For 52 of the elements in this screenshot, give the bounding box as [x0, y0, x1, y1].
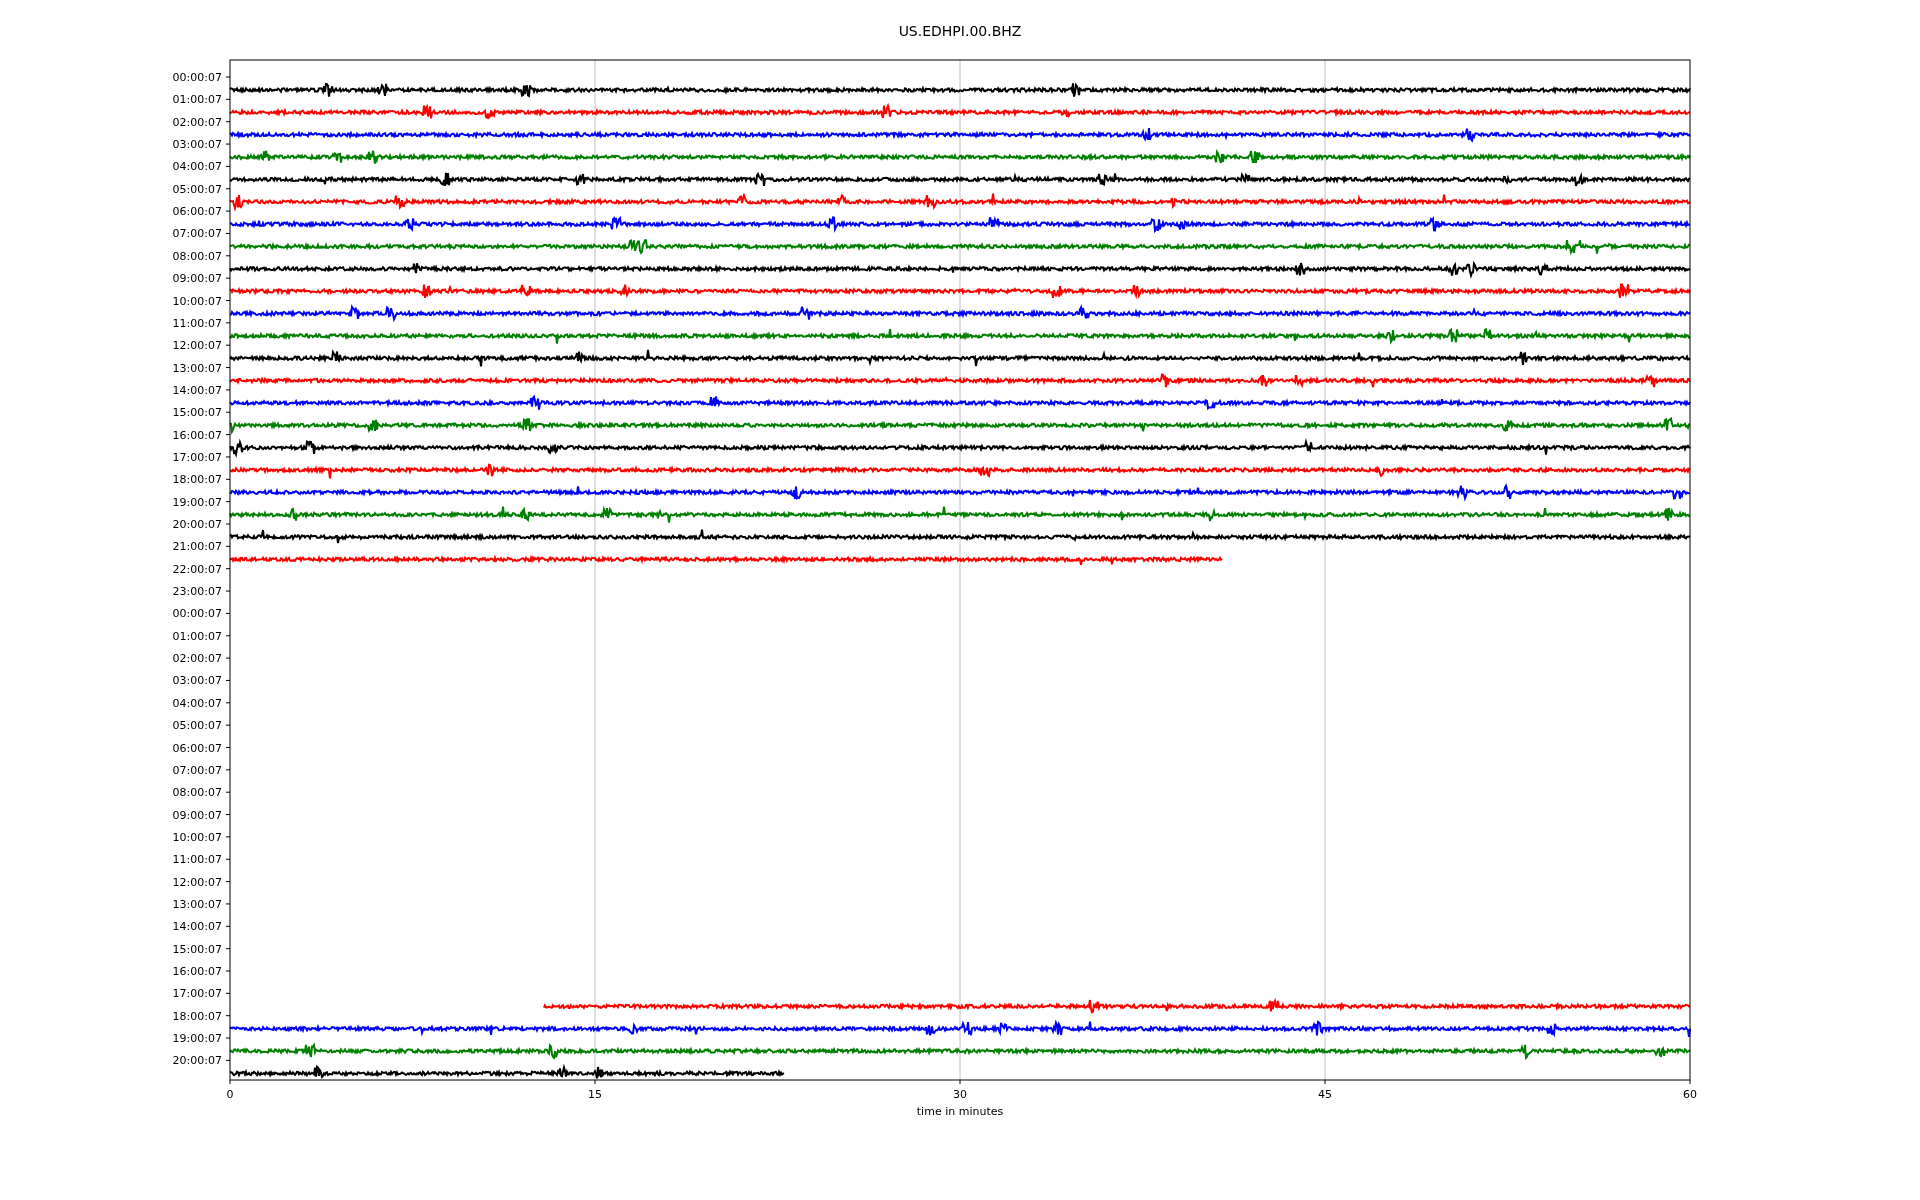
y-tick-label: 17:00:07 [172, 987, 222, 1001]
y-tick-label: 22:00:07 [172, 562, 222, 576]
x-tick-label: 0 [226, 1088, 234, 1101]
y-tick-label: 11:00:07 [172, 316, 222, 330]
x-tick-label: 60 [1683, 1088, 1697, 1101]
y-tick-label: 03:00:07 [172, 674, 222, 688]
y-tick-label: 01:00:07 [172, 93, 222, 107]
y-tick-label: 05:00:07 [172, 719, 222, 733]
y-tick-label: 10:00:07 [172, 294, 222, 308]
y-tick-label: 20:00:07 [172, 518, 222, 531]
y-tick-label: 08:00:07 [172, 249, 222, 263]
y-tick-label: 08:00:07 [172, 786, 222, 800]
y-tick-label: 23:00:07 [172, 585, 222, 599]
y-tick-label: 00:00:07 [172, 71, 222, 84]
y-tick-label: 03:00:07 [172, 138, 222, 152]
y-tick-label: 18:00:07 [172, 473, 222, 487]
y-tick-label: 01:00:07 [172, 629, 222, 643]
y-tick-label: 14:00:07 [172, 920, 222, 934]
y-tick-label: 16:00:07 [172, 965, 222, 978]
y-tick-label: 16:00:07 [172, 428, 222, 442]
y-tick-label: 07:00:07 [172, 763, 222, 777]
y-tick-label: 15:00:07 [172, 942, 222, 956]
y-tick-label: 15:00:07 [172, 406, 222, 420]
y-tick-label: 04:00:07 [172, 696, 222, 710]
y-tick-label: 14:00:07 [172, 383, 222, 397]
y-tick-label: 00:00:07 [172, 607, 222, 621]
y-tick-label: 07:00:07 [172, 227, 222, 241]
plot-title: US.EDHPI.00.BHZ [898, 24, 1022, 38]
y-tick-label: 10:00:07 [172, 830, 222, 844]
y-tick-label: 09:00:07 [172, 808, 222, 822]
y-tick-label: 09:00:07 [172, 272, 222, 286]
y-tick-label: 13:00:07 [172, 897, 222, 911]
y-tick-label: 19:00:07 [172, 495, 222, 509]
y-tick-label: 13:00:07 [172, 361, 222, 375]
y-tick-label: 18:00:07 [172, 1009, 222, 1023]
y-tick-label: 02:00:07 [172, 652, 222, 666]
y-tick-label: 05:00:07 [172, 182, 222, 196]
x-tick-label: 30 [953, 1088, 967, 1101]
y-tick-label: 17:00:07 [172, 450, 222, 464]
y-tick-label: 11:00:07 [172, 853, 222, 867]
x-tick-label: 15 [588, 1088, 602, 1101]
y-tick-label: 12:00:07 [172, 339, 222, 353]
y-tick-label: 12:00:07 [172, 875, 222, 889]
y-tick-label: 21:00:07 [172, 540, 222, 554]
y-tick-label: 02:00:07 [172, 115, 222, 129]
x-tick-label: 45 [1318, 1088, 1332, 1101]
y-tick-label: 20:00:07 [172, 1054, 222, 1068]
y-tick-label: 06:00:07 [172, 741, 222, 755]
y-tick-label: 06:00:07 [172, 205, 222, 219]
y-tick-label: 19:00:07 [172, 1032, 222, 1046]
x-axis-label: time in minutes [916, 1105, 1004, 1118]
y-tick-label: 04:00:07 [172, 160, 222, 174]
